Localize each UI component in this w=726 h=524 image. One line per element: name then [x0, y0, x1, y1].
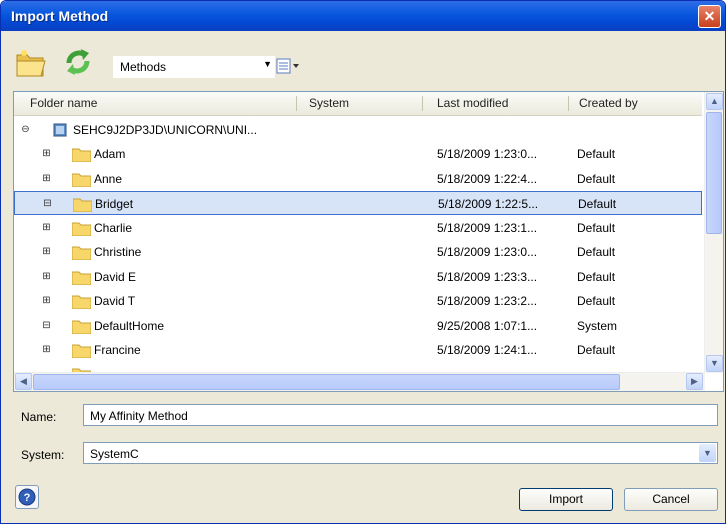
folder-icon	[72, 271, 91, 285]
folder-modified: 5/18/2009 1:22:5...	[438, 197, 539, 211]
folder-row[interactable]: ⊞ Adam 5/18/2009 1:23:0... Default	[14, 142, 702, 166]
folder-icon	[73, 198, 92, 212]
close-button[interactable]: ✕	[698, 5, 721, 28]
folder-name: Francine	[94, 343, 141, 357]
folder-icon	[72, 295, 91, 309]
folder-open-icon[interactable]	[15, 47, 49, 81]
folder-created-by: Default	[577, 269, 616, 284]
expand-icon[interactable]: ⊞	[42, 296, 51, 306]
toolbar: Methods ▼	[1, 31, 725, 89]
system-value: SystemC	[90, 447, 139, 461]
collapse-icon[interactable]: ⊟	[43, 199, 52, 209]
scroll-left-button[interactable]: ◀	[15, 373, 32, 390]
scroll-right-button[interactable]: ▶	[686, 373, 703, 390]
view-list-icon[interactable]	[275, 56, 303, 76]
vertical-scroll-thumb[interactable]	[706, 112, 722, 234]
expand-icon[interactable]: ⊞	[42, 222, 51, 233]
svg-text:?: ?	[24, 492, 31, 504]
folder-created-by: Default	[577, 343, 616, 357]
folder-modified: 5/18/2009 1:23:0...	[437, 245, 538, 259]
folder-modified: 9/25/2008 1:07:1...	[437, 318, 538, 333]
folder-icon	[72, 173, 91, 187]
horizontal-scroll-thumb[interactable]	[33, 374, 620, 390]
folder-row[interactable]: ⊞ Francine 5/18/2009 1:24:1... Default	[14, 338, 702, 362]
expand-icon[interactable]: ⊞	[42, 173, 51, 184]
folder-modified: 5/18/2009 1:23:0...	[437, 147, 538, 161]
folder-modified: 5/18/2009 1:23:1...	[437, 220, 538, 235]
chevron-down-icon[interactable]: ▼	[699, 444, 716, 462]
folder-icon	[72, 320, 91, 334]
cancel-button[interactable]: Cancel	[624, 488, 718, 511]
folder-modified: 5/18/2009 1:22:4...	[437, 171, 538, 186]
location-value: Methods	[120, 60, 167, 74]
folder-name: Adam	[94, 147, 126, 161]
col-last-modified[interactable]: Last modified	[437, 92, 508, 115]
folder-row[interactable]: ⊞ Christine 5/18/2009 1:23:0... Default	[14, 240, 702, 264]
folder-name: DefaultHome	[94, 318, 165, 333]
folder-created-by: Default	[577, 294, 616, 308]
horizontal-scrollbar[interactable]: ◀ ▶	[14, 372, 705, 391]
window-title: Import Method	[11, 8, 109, 24]
root-path: SEHC9J2DP3JD\UNICORN\UNI...	[73, 123, 258, 137]
vertical-scrollbar[interactable]: ▲ ▼	[704, 92, 723, 373]
expand-icon[interactable]: ⊞	[42, 345, 51, 355]
folder-row[interactable]: ⊟ Bridget 5/18/2009 1:22:5... Default	[14, 191, 702, 215]
folder-name: David E	[94, 269, 137, 284]
title-bar: Import Method ✕	[1, 1, 725, 31]
folder-row[interactable]: ⊞ David E 5/18/2009 1:23:3... Default	[14, 265, 702, 289]
folder-name: Bridget	[95, 197, 134, 211]
system-label: System:	[21, 448, 65, 462]
folder-created-by: Default	[577, 147, 616, 161]
folder-name: Anne	[94, 171, 123, 186]
list-header: Folder name System Last modified Created…	[14, 92, 702, 116]
name-value: My Affinity Method	[90, 409, 188, 423]
folder-name: David T	[94, 294, 136, 308]
folder-list[interactable]: Folder name System Last modified Created…	[13, 91, 724, 392]
folder-icon	[72, 222, 91, 236]
close-icon: ✕	[703, 8, 716, 24]
folder-modified: 5/18/2009 1:24:1...	[437, 343, 538, 357]
folder-row[interactable]: ⊞ David T 5/18/2009 1:23:2... Default	[14, 289, 702, 313]
folder-icon	[72, 344, 91, 358]
folder-name: Christine	[94, 245, 142, 259]
scroll-up-button[interactable]: ▲	[706, 93, 723, 110]
refresh-icon[interactable]	[61, 45, 95, 79]
system-dropdown[interactable]: SystemC ▼	[83, 442, 718, 464]
folder-name: Charlie	[94, 220, 133, 235]
import-method-dialog: Import Method ✕ Methods ▼ Folder name Sy…	[0, 0, 726, 524]
name-field[interactable]: My Affinity Method	[83, 404, 718, 426]
folder-created-by: Default	[578, 197, 617, 211]
expand-icon[interactable]: ⊞	[42, 149, 51, 159]
folder-created-by: Default	[577, 171, 616, 186]
col-folder-name[interactable]: Folder name	[30, 92, 97, 115]
collapse-icon[interactable]: ⊟	[42, 320, 51, 331]
expand-icon[interactable]: ⊞	[42, 247, 51, 257]
folder-icon	[72, 246, 91, 260]
chevron-down-icon: ▼	[263, 59, 272, 69]
col-created-by[interactable]: Created by	[579, 92, 638, 115]
location-dropdown[interactable]: Methods ▼	[113, 56, 275, 78]
folder-row[interactable]: ⊞ Anne 5/18/2009 1:22:4... Default	[14, 167, 702, 191]
folder-row[interactable]: ⊟ DefaultHome 9/25/2008 1:07:1... System	[14, 314, 702, 338]
help-icon: ?	[18, 488, 36, 506]
folder-modified: 5/18/2009 1:23:2...	[437, 294, 538, 308]
folder-created-by: Default	[577, 220, 616, 235]
tree-root-row[interactable]: ⊖ SEHC9J2DP3JD\UNICORN\UNI...	[14, 118, 702, 142]
folder-icon	[72, 148, 91, 162]
database-icon	[53, 123, 67, 137]
folder-created-by: System	[577, 318, 618, 333]
folder-modified: 5/18/2009 1:23:3...	[437, 269, 538, 284]
folder-created-by: Default	[577, 245, 616, 259]
collapse-icon[interactable]: ⊖	[21, 125, 30, 135]
import-button[interactable]: Import	[519, 488, 613, 511]
folder-row[interactable]: ⊞ Charlie 5/18/2009 1:23:1... Default	[14, 216, 702, 240]
col-system[interactable]: System	[309, 92, 349, 115]
scroll-down-button[interactable]: ▼	[706, 355, 723, 372]
expand-icon[interactable]: ⊞	[42, 271, 51, 282]
name-label: Name:	[21, 410, 57, 424]
help-button[interactable]: ?	[15, 485, 39, 509]
